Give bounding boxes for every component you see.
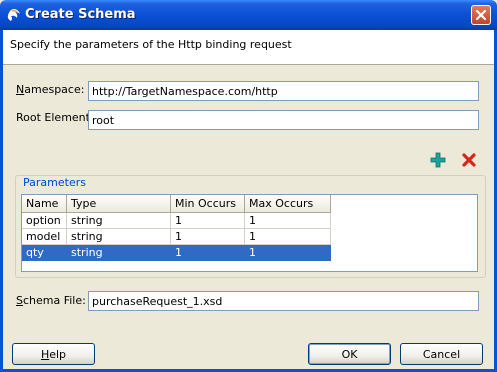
cell-name[interactable]: option <box>22 213 67 229</box>
window-title: Create Schema <box>25 7 136 22</box>
root-element-label: Root Element: <box>16 111 94 124</box>
add-plus-icon[interactable] <box>430 152 446 168</box>
cell-type[interactable]: string <box>67 245 171 261</box>
cell-max-occurs[interactable]: 1 <box>245 245 331 261</box>
column-header-max-occurs[interactable]: Max Occurs <box>245 195 331 213</box>
namespace-field[interactable]: http://TargetNamespace.com/http <box>88 81 479 101</box>
namespace-label: Namespace: <box>16 83 85 96</box>
description-text: Specify the parameters of the Http bindi… <box>10 38 292 51</box>
cell-max-occurs[interactable]: 1 <box>245 229 331 245</box>
cancel-button[interactable]: Cancel <box>400 343 483 365</box>
schema-file-label: Schema File: <box>16 294 86 307</box>
column-header-min-occurs[interactable]: Min Occurs <box>171 195 245 213</box>
parameters-legend: Parameters <box>21 176 88 189</box>
help-button[interactable]: Help <box>12 343 95 365</box>
parameters-table[interactable]: Name Type Min Occurs Max Occurs option s… <box>21 194 478 272</box>
schema-file-field[interactable]: purchaseRequest_1.xsd <box>88 291 479 311</box>
close-button[interactable] <box>471 5 491 25</box>
cell-min-occurs[interactable]: 1 <box>171 245 245 261</box>
cell-type[interactable]: string <box>67 229 171 245</box>
cell-min-occurs[interactable]: 1 <box>171 213 245 229</box>
cell-max-occurs[interactable]: 1 <box>245 213 331 229</box>
root-element-field[interactable]: root <box>88 110 479 130</box>
cell-name[interactable]: qty <box>22 245 67 261</box>
table-row[interactable]: option string 1 1 <box>22 213 331 229</box>
cell-min-occurs[interactable]: 1 <box>171 229 245 245</box>
delete-x-icon[interactable] <box>461 152 477 168</box>
table-row-selected[interactable]: qty string 1 1 <box>22 245 331 261</box>
title-bar[interactable]: Create Schema <box>0 0 497 30</box>
column-header-name[interactable]: Name <box>22 195 67 213</box>
close-icon <box>475 9 487 21</box>
column-header-type[interactable]: Type <box>67 195 171 213</box>
app-icon <box>5 6 23 24</box>
cell-name[interactable]: model <box>22 229 67 245</box>
ok-button[interactable]: OK <box>308 343 391 365</box>
cell-type[interactable]: string <box>67 213 171 229</box>
table-row[interactable]: model string 1 1 <box>22 229 331 245</box>
